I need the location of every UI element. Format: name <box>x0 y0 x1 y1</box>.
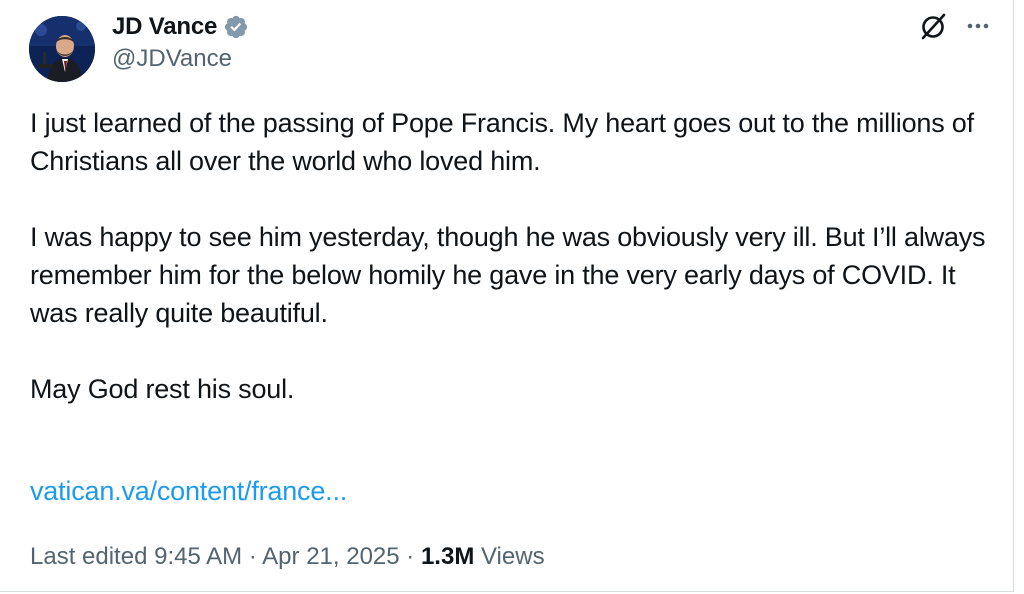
author-handle[interactable]: @JDVance <box>112 45 232 73</box>
author-name-row: JD Vance <box>112 10 249 44</box>
tweet-paragraph-3: May God rest his soul. <box>30 374 295 404</box>
author-display-name[interactable]: JD Vance <box>112 13 217 41</box>
tweet-paragraph-2: I was happy to see him yesterday, though… <box>30 222 986 328</box>
tweet-card: JD Vance @JDVance I just learned of the … <box>0 0 1014 592</box>
edited-label[interactable]: Last edited <box>30 543 147 570</box>
avatar-photo <box>29 16 95 82</box>
avatar[interactable] <box>29 16 95 82</box>
meta-separator: · <box>406 543 415 570</box>
tweet-text: I just learned of the passing of Pope Fr… <box>30 104 990 446</box>
page: JD Vance @JDVance I just learned of the … <box>0 0 1024 594</box>
tweet-meta: Last edited 9:45 AM · Apr 21, 2025 · 1.3… <box>30 539 545 575</box>
verified-badge-icon[interactable] <box>223 14 249 40</box>
grok-icon[interactable] <box>919 11 949 41</box>
views-label[interactable]: Views <box>481 543 545 570</box>
tweet-time[interactable]: 9:45 AM <box>154 543 242 570</box>
meta-separator: · <box>248 543 257 570</box>
views-count[interactable]: 1.3M <box>421 543 474 570</box>
tweet-paragraph-1: I just learned of the passing of Pope Fr… <box>30 108 974 176</box>
tweet-date[interactable]: Apr 21, 2025 <box>262 543 399 570</box>
more-options-icon[interactable] <box>963 11 993 41</box>
tweet-link[interactable]: vatican.va/content/france... <box>30 472 347 510</box>
